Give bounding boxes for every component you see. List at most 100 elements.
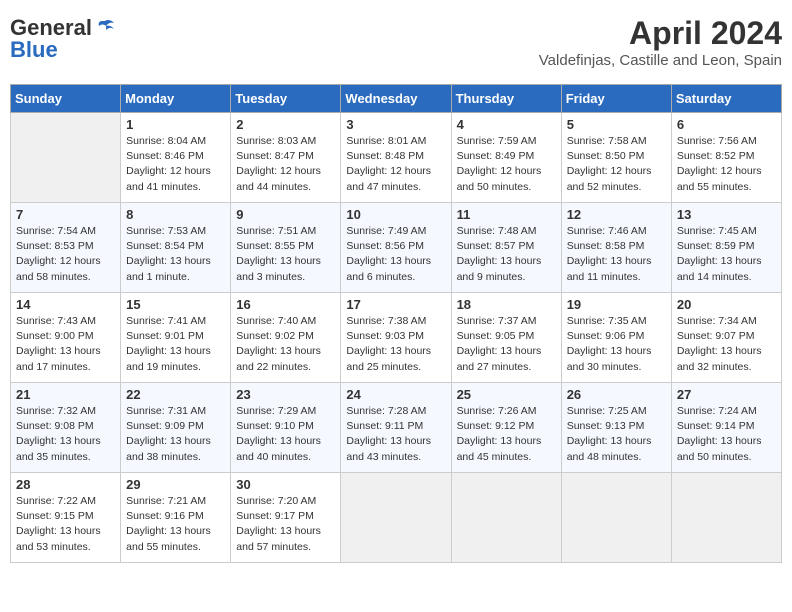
day-info-line: Sunrise: 7:22 AM [16, 495, 96, 507]
day-info-line: Sunrise: 7:28 AM [346, 405, 426, 417]
day-info-line: Sunset: 9:17 PM [236, 510, 314, 522]
calendar-cell: 8Sunrise: 7:53 AMSunset: 8:54 PMDaylight… [121, 203, 231, 293]
day-info-line: Sunset: 9:09 PM [126, 420, 204, 432]
calendar-cell: 11Sunrise: 7:48 AMSunset: 8:57 PMDayligh… [451, 203, 561, 293]
day-info-line: Sunset: 8:52 PM [677, 150, 755, 162]
day-info-line: Sunset: 8:47 PM [236, 150, 314, 162]
day-info-line: Sunset: 9:10 PM [236, 420, 314, 432]
calendar-cell: 6Sunrise: 7:56 AMSunset: 8:52 PMDaylight… [671, 113, 781, 203]
logo-bird-icon [94, 17, 116, 39]
day-content: Sunrise: 8:04 AMSunset: 8:46 PMDaylight:… [126, 134, 225, 195]
day-info-line: and 50 minutes. [457, 181, 532, 193]
day-info-line: Sunset: 8:55 PM [236, 240, 314, 252]
day-content: Sunrise: 7:32 AMSunset: 9:08 PMDaylight:… [16, 404, 115, 465]
day-info-line: Sunset: 8:46 PM [126, 150, 204, 162]
day-info-line: Daylight: 13 hours [346, 435, 431, 447]
day-info-line: Sunrise: 7:24 AM [677, 405, 757, 417]
day-info-line: and 35 minutes. [16, 451, 91, 463]
day-number: 8 [126, 207, 225, 222]
day-number: 5 [567, 117, 666, 132]
calendar-cell: 1Sunrise: 8:04 AMSunset: 8:46 PMDaylight… [121, 113, 231, 203]
day-info-line: Sunrise: 7:29 AM [236, 405, 316, 417]
day-content: Sunrise: 7:46 AMSunset: 8:58 PMDaylight:… [567, 224, 666, 285]
day-info-line: Daylight: 13 hours [457, 255, 542, 267]
day-info-line: Sunrise: 7:26 AM [457, 405, 537, 417]
day-info-line: Sunrise: 7:45 AM [677, 225, 757, 237]
day-content: Sunrise: 7:26 AMSunset: 9:12 PMDaylight:… [457, 404, 556, 465]
day-info-line: Sunset: 9:13 PM [567, 420, 645, 432]
calendar-cell: 3Sunrise: 8:01 AMSunset: 8:48 PMDaylight… [341, 113, 451, 203]
day-content: Sunrise: 7:41 AMSunset: 9:01 PMDaylight:… [126, 314, 225, 375]
day-info-line: Sunset: 9:07 PM [677, 330, 755, 342]
day-info-line: and 50 minutes. [677, 451, 752, 463]
calendar-cell: 18Sunrise: 7:37 AMSunset: 9:05 PMDayligh… [451, 293, 561, 383]
day-info-line: Sunset: 8:49 PM [457, 150, 535, 162]
day-number: 13 [677, 207, 776, 222]
day-info-line: and 1 minute. [126, 271, 190, 283]
day-info-line: Sunrise: 7:31 AM [126, 405, 206, 417]
calendar-table: SundayMondayTuesdayWednesdayThursdayFrid… [10, 84, 782, 563]
calendar-cell: 26Sunrise: 7:25 AMSunset: 9:13 PMDayligh… [561, 383, 671, 473]
day-info-line: Sunset: 8:58 PM [567, 240, 645, 252]
day-info-line: and 48 minutes. [567, 451, 642, 463]
day-number: 22 [126, 387, 225, 402]
day-info-line: Daylight: 13 hours [346, 255, 431, 267]
calendar-week-1: 1Sunrise: 8:04 AMSunset: 8:46 PMDaylight… [11, 113, 782, 203]
day-info-line: and 52 minutes. [567, 181, 642, 193]
day-number: 18 [457, 297, 556, 312]
day-content: Sunrise: 8:03 AMSunset: 8:47 PMDaylight:… [236, 134, 335, 195]
calendar-cell: 2Sunrise: 8:03 AMSunset: 8:47 PMDaylight… [231, 113, 341, 203]
calendar-cell: 13Sunrise: 7:45 AMSunset: 8:59 PMDayligh… [671, 203, 781, 293]
calendar-cell: 9Sunrise: 7:51 AMSunset: 8:55 PMDaylight… [231, 203, 341, 293]
day-info-line: Daylight: 13 hours [567, 255, 652, 267]
day-info-line: Sunset: 8:53 PM [16, 240, 94, 252]
day-number: 24 [346, 387, 445, 402]
day-number: 21 [16, 387, 115, 402]
day-info-line: Sunrise: 7:58 AM [567, 135, 647, 147]
calendar-cell: 4Sunrise: 7:59 AMSunset: 8:49 PMDaylight… [451, 113, 561, 203]
day-header-wednesday: Wednesday [341, 85, 451, 113]
day-content: Sunrise: 7:34 AMSunset: 9:07 PMDaylight:… [677, 314, 776, 375]
calendar-cell [671, 473, 781, 563]
day-number: 17 [346, 297, 445, 312]
day-info-line: Sunrise: 7:32 AM [16, 405, 96, 417]
day-info-line: Daylight: 13 hours [16, 525, 101, 537]
day-info-line: Daylight: 12 hours [346, 165, 431, 177]
day-info-line: and 6 minutes. [346, 271, 415, 283]
day-info-line: Sunrise: 7:38 AM [346, 315, 426, 327]
day-info-line: Daylight: 12 hours [126, 165, 211, 177]
day-info-line: and 9 minutes. [457, 271, 526, 283]
calendar-week-3: 14Sunrise: 7:43 AMSunset: 9:00 PMDayligh… [11, 293, 782, 383]
day-number: 14 [16, 297, 115, 312]
day-info-line: Sunrise: 7:35 AM [567, 315, 647, 327]
day-info-line: Sunrise: 7:43 AM [16, 315, 96, 327]
day-info-line: Sunset: 9:14 PM [677, 420, 755, 432]
day-content: Sunrise: 7:21 AMSunset: 9:16 PMDaylight:… [126, 494, 225, 555]
day-info-line: Daylight: 13 hours [236, 525, 321, 537]
day-info-line: Sunset: 8:50 PM [567, 150, 645, 162]
day-info-line: Sunrise: 7:53 AM [126, 225, 206, 237]
day-info-line: Daylight: 13 hours [567, 435, 652, 447]
day-info-line: and 58 minutes. [16, 271, 91, 283]
day-info-line: and 47 minutes. [346, 181, 421, 193]
day-info-line: Daylight: 13 hours [126, 345, 211, 357]
calendar-cell: 10Sunrise: 7:49 AMSunset: 8:56 PMDayligh… [341, 203, 451, 293]
calendar-week-2: 7Sunrise: 7:54 AMSunset: 8:53 PMDaylight… [11, 203, 782, 293]
day-header-sunday: Sunday [11, 85, 121, 113]
calendar-cell: 21 Sunrise: 7:32 AMSunset: 9:08 PMDayligh… [11, 383, 121, 473]
day-info-line: Sunrise: 7:34 AM [677, 315, 757, 327]
day-content: Sunrise: 7:58 AMSunset: 8:50 PMDaylight:… [567, 134, 666, 195]
day-number: 9 [236, 207, 335, 222]
day-info-line: Daylight: 13 hours [236, 255, 321, 267]
day-info-line: Sunrise: 7:56 AM [677, 135, 757, 147]
day-content: Sunrise: 7:25 AMSunset: 9:13 PMDaylight:… [567, 404, 666, 465]
day-content: Sunrise: 7:38 AMSunset: 9:03 PMDaylight:… [346, 314, 445, 375]
day-info-line: Daylight: 13 hours [126, 255, 211, 267]
day-info-line: and 38 minutes. [126, 451, 201, 463]
day-info-line: Daylight: 13 hours [236, 345, 321, 357]
day-content: Sunrise: 7:59 AMSunset: 8:49 PMDaylight:… [457, 134, 556, 195]
calendar-cell [341, 473, 451, 563]
calendar-cell: 16Sunrise: 7:40 AMSunset: 9:02 PMDayligh… [231, 293, 341, 383]
day-number: 7 [16, 207, 115, 222]
day-number: 12 [567, 207, 666, 222]
